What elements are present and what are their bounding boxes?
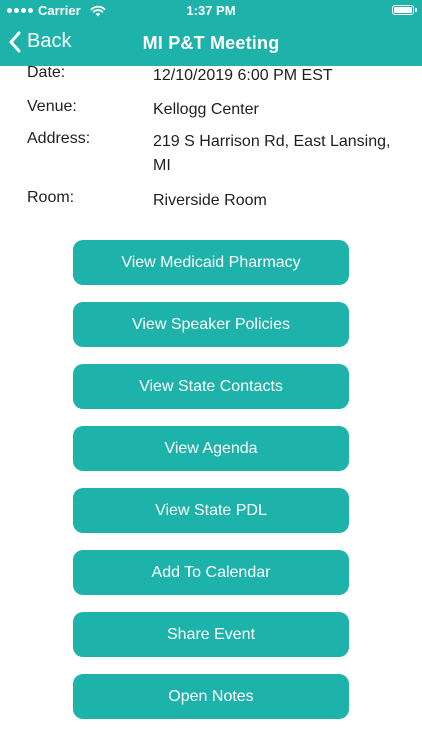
add-to-calendar-button[interactable]: Add To Calendar <box>73 550 349 595</box>
detail-label: Date: <box>27 64 66 81</box>
detail-value: 219 S Harrison Rd, East Lansing, MI <box>153 133 391 174</box>
view-medicaid-pharmacy-button[interactable]: View Medicaid Pharmacy <box>73 240 349 285</box>
detail-label: Venue: <box>27 98 77 115</box>
status-bar: Carrier 1:37 PM <box>0 0 422 22</box>
detail-value: 12/10/2019 6:00 PM EST <box>153 67 333 84</box>
battery-fill <box>394 7 412 13</box>
status-time: 1:37 PM <box>186 3 236 18</box>
view-state-contacts-button[interactable]: View State Contacts <box>73 364 349 409</box>
detail-value: Riverside Room <box>153 192 267 209</box>
page-title: MI P&T Meeting <box>142 33 280 53</box>
open-notes-button[interactable]: Open Notes <box>73 674 349 719</box>
navigation-bar: Back MI P&T Meeting <box>0 22 422 66</box>
detail-label: Address: <box>27 130 91 147</box>
top-bar: Carrier 1:37 PM Back MI P&T Meeting <box>0 0 422 66</box>
detail-value: Kellogg Center <box>153 101 259 118</box>
detail-label: Room: <box>27 189 75 206</box>
view-speaker-policies-button[interactable]: View Speaker Policies <box>73 302 349 347</box>
battery-icon <box>392 5 417 15</box>
view-state-pdl-button[interactable]: View State PDL <box>73 488 349 533</box>
view-agenda-button[interactable]: View Agenda <box>73 426 349 471</box>
share-event-button[interactable]: Share Event <box>73 612 349 657</box>
